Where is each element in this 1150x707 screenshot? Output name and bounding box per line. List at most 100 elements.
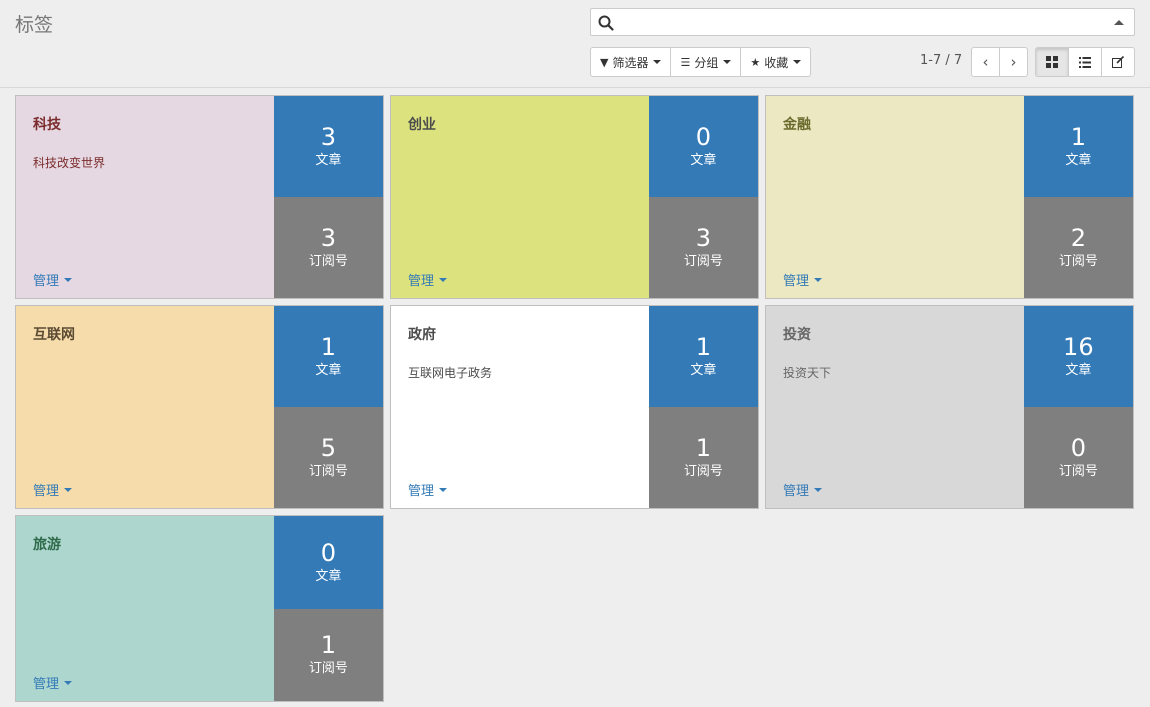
filters-button[interactable]: ▼ 筛选器 [590, 47, 672, 77]
posts-count-button[interactable]: 1 文章 [1023, 96, 1133, 197]
chevron-right-icon: › [1010, 53, 1017, 71]
filter-icon: ▼ [600, 55, 609, 69]
caret-down-icon [64, 487, 73, 492]
manage-label: 管理 [408, 274, 435, 289]
card-stats: 0 文章 1 订阅号 [273, 516, 383, 701]
card-main[interactable]: 科技 科技改变世界 管理 [16, 96, 274, 298]
subscribers-count-button[interactable]: 1 订阅号 [648, 407, 758, 508]
subscribers-count: 1 [320, 631, 336, 660]
subscribers-count: 3 [320, 224, 336, 252]
kanban-view-button[interactable] [1035, 47, 1069, 77]
edit-icon [1112, 56, 1124, 68]
card-title: 互联网 [33, 327, 75, 343]
search-icon [598, 15, 614, 31]
card-title: 科技 [33, 117, 61, 133]
manage-label: 管理 [33, 677, 60, 692]
kanban-card[interactable]: 互联网 管理 1 文章 5 订阅号 [15, 305, 384, 509]
card-main[interactable]: 旅游 管理 [16, 516, 274, 701]
pager-next-button[interactable]: › [999, 47, 1028, 77]
kanban-card[interactable]: 政府 互联网电子政务 管理 1 文章 1 订阅号 [390, 305, 759, 509]
subscribers-count: 2 [1070, 224, 1086, 252]
manage-label: 管理 [783, 274, 810, 289]
kanban-card[interactable]: 金融 管理 1 文章 2 订阅号 [765, 95, 1134, 299]
posts-count-button[interactable]: 0 文章 [648, 96, 758, 197]
posts-count-button[interactable]: 1 文章 [273, 306, 383, 407]
card-title: 旅游 [33, 537, 61, 553]
card-title: 投资 [783, 327, 811, 343]
posts-count: 16 [1063, 333, 1094, 361]
caret-down-icon [814, 277, 823, 282]
subscribers-count-button[interactable]: 2 订阅号 [1023, 197, 1133, 298]
caret-down-icon [653, 60, 662, 64]
card-stats: 1 文章 2 订阅号 [1023, 96, 1133, 298]
subscribers-count-button[interactable]: 3 订阅号 [273, 197, 383, 298]
card-main[interactable]: 互联网 管理 [16, 306, 274, 508]
card-description: 投资天下 [783, 366, 832, 380]
caret-down-icon [64, 277, 73, 282]
caret-down-icon [793, 60, 802, 64]
manage-label: 管理 [33, 274, 60, 289]
card-title: 创业 [408, 117, 436, 133]
kanban-card[interactable]: 投资 投资天下 管理 16 文章 0 订阅号 [765, 305, 1134, 509]
posts-count: 3 [320, 123, 336, 151]
control-panel: 标签 ▼ 筛选器 ☰ 分组 ★ 收藏 1-7 / 7 ‹ › [0, 0, 1150, 88]
card-stats: 1 文章 1 订阅号 [648, 306, 758, 508]
posts-count-button[interactable]: 3 文章 [273, 96, 383, 197]
card-stats: 3 文章 3 订阅号 [273, 96, 383, 298]
posts-label: 文章 [1065, 363, 1092, 378]
posts-count-button[interactable]: 16 文章 [1023, 306, 1133, 407]
posts-count: 0 [320, 538, 336, 567]
list-view-button[interactable] [1068, 47, 1102, 77]
manage-dropdown[interactable]: 管理 [783, 270, 823, 289]
kanban-card[interactable]: 旅游 管理 0 文章 1 订阅号 [15, 515, 384, 702]
posts-label: 文章 [315, 153, 342, 168]
subscribers-label: 订阅号 [308, 464, 348, 479]
manage-dropdown[interactable]: 管理 [33, 673, 73, 692]
pager-value[interactable]: 1-7 / 7 [920, 53, 962, 68]
caret-up-icon[interactable] [1114, 20, 1124, 25]
posts-count: 0 [695, 123, 711, 151]
subscribers-label: 订阅号 [308, 661, 348, 677]
pager: ‹ › [971, 47, 1028, 77]
manage-dropdown[interactable]: 管理 [408, 270, 448, 289]
search-input[interactable] [619, 12, 1099, 32]
caret-down-icon [439, 277, 448, 282]
bars-icon: ☰ [680, 55, 691, 69]
manage-dropdown[interactable]: 管理 [408, 480, 448, 499]
posts-count-button[interactable]: 1 文章 [648, 306, 758, 407]
subscribers-count-button[interactable]: 1 订阅号 [273, 608, 383, 701]
manage-dropdown[interactable]: 管理 [33, 480, 73, 499]
card-stats: 1 文章 5 订阅号 [273, 306, 383, 508]
manage-dropdown[interactable]: 管理 [33, 270, 73, 289]
form-view-button[interactable] [1101, 47, 1135, 77]
posts-count: 1 [320, 333, 336, 361]
kanban-card[interactable]: 创业 管理 0 文章 3 订阅号 [390, 95, 759, 299]
kanban-card[interactable]: 科技 科技改变世界 管理 3 文章 3 订阅号 [15, 95, 384, 299]
subscribers-count-button[interactable]: 5 订阅号 [273, 407, 383, 508]
posts-count-button[interactable]: 0 文章 [273, 516, 383, 609]
filters-label: 筛选器 [612, 55, 649, 70]
card-main[interactable]: 投资 投资天下 管理 [766, 306, 1024, 508]
caret-down-icon [814, 487, 823, 492]
card-stats: 16 文章 0 订阅号 [1023, 306, 1133, 508]
subscribers-count: 3 [695, 224, 711, 252]
subscribers-count: 1 [695, 434, 711, 462]
posts-label: 文章 [315, 363, 342, 378]
subscribers-count-button[interactable]: 3 订阅号 [648, 197, 758, 298]
pager-previous-button[interactable]: ‹ [971, 47, 1000, 77]
groupby-button[interactable]: ☰ 分组 [670, 47, 742, 77]
caret-down-icon [64, 680, 73, 685]
card-main[interactable]: 创业 管理 [391, 96, 649, 298]
subscribers-count-button[interactable]: 0 订阅号 [1023, 407, 1133, 508]
favorites-button[interactable]: ★ 收藏 [740, 47, 812, 77]
posts-label: 文章 [690, 363, 717, 378]
caret-down-icon [723, 60, 732, 64]
subscribers-count: 0 [1070, 434, 1086, 462]
manage-label: 管理 [783, 484, 810, 499]
search-box[interactable] [590, 8, 1135, 36]
card-main[interactable]: 金融 管理 [766, 96, 1024, 298]
posts-label: 文章 [1065, 153, 1092, 168]
card-main[interactable]: 政府 互联网电子政务 管理 [391, 306, 649, 508]
card-title: 政府 [408, 327, 436, 343]
manage-dropdown[interactable]: 管理 [783, 480, 823, 499]
